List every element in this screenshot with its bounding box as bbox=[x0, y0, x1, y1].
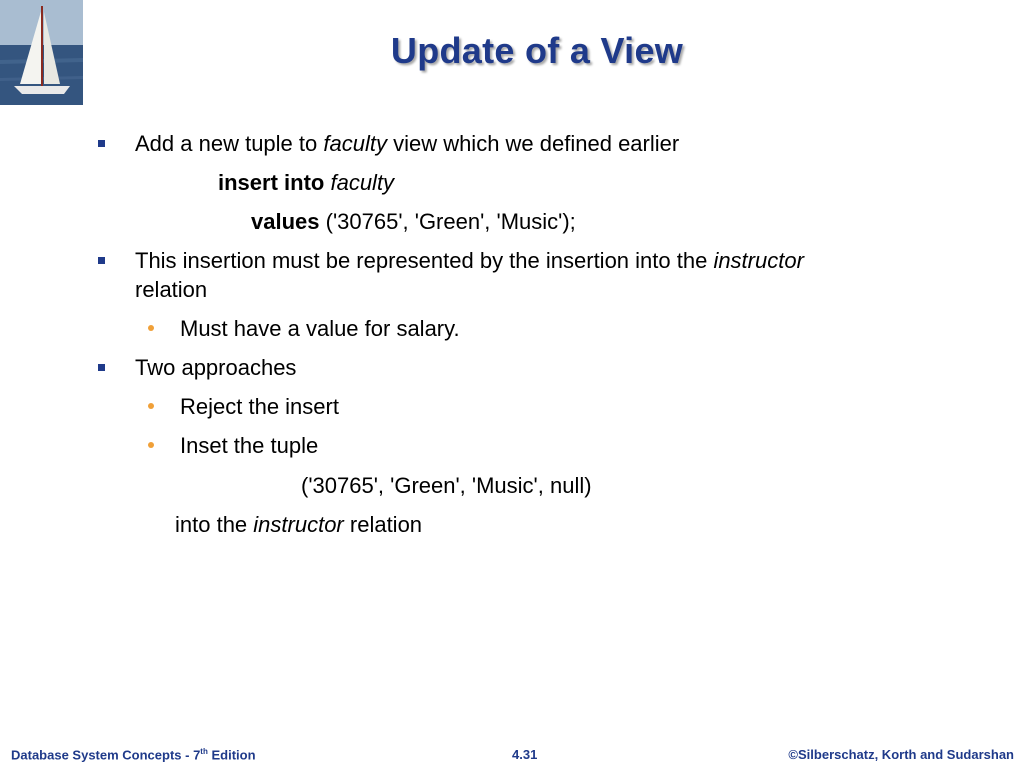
sub-bullet-inset: Inset the tuple bbox=[180, 433, 319, 458]
footer-copyright: ©Silberschatz, Korth and Sudarshan bbox=[788, 747, 1014, 762]
bullet-square-icon bbox=[98, 364, 105, 371]
bullet-square-icon bbox=[98, 140, 105, 147]
bullet-two-approaches: Two approaches bbox=[135, 355, 297, 380]
bullet-square-icon bbox=[98, 257, 105, 264]
bullet-insertion: This insertion must be represented by th… bbox=[135, 248, 804, 273]
bullet-insertion-continued: relation bbox=[135, 277, 208, 302]
footer-book-title: Database System Concepts - 7th Edition bbox=[11, 746, 256, 762]
footer-page-number: 4.31 bbox=[512, 747, 538, 762]
bullet-add-tuple: Add a new tuple to faculty view which we… bbox=[135, 131, 680, 156]
bullet-dot-icon bbox=[148, 442, 154, 448]
code-tuple: ('30765', 'Green', 'Music', null) bbox=[301, 473, 592, 498]
sub-bullet-salary: Must have a value for salary. bbox=[180, 316, 460, 341]
bullet-dot-icon bbox=[148, 325, 154, 331]
sub-bullet-reject: Reject the insert bbox=[180, 394, 339, 419]
bullet-dot-icon bbox=[148, 403, 154, 409]
closing-line: into the instructor relation bbox=[175, 512, 423, 537]
slide-title: Update of a View bbox=[390, 30, 684, 71]
code-insert-into: insert into faculty bbox=[218, 170, 395, 195]
code-values: values ('30765', 'Green', 'Music'); bbox=[251, 209, 576, 234]
